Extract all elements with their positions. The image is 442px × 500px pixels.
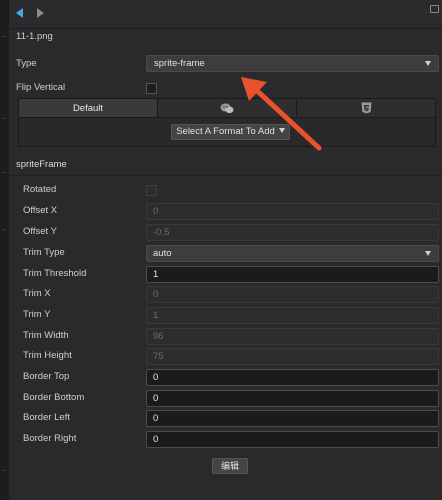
offset-y-label: Offset Y — [23, 226, 57, 237]
html5-icon — [361, 102, 371, 114]
trim-height-row: Trim Height 75 — [9, 346, 442, 366]
annotation-arrow-icon — [241, 77, 322, 151]
rotated-label: Rotated — [23, 184, 57, 195]
offset-x-field: 0 — [146, 203, 439, 220]
trim-width-row: Trim Width 96 — [9, 326, 442, 346]
border-left-row: Border Left 0 — [9, 408, 442, 428]
trim-width-field: 96 — [146, 328, 439, 345]
border-top-row: Border Top 0 — [9, 367, 442, 387]
trim-height-label: Trim Height — [23, 350, 72, 361]
border-bottom-label: Border Bottom — [23, 392, 85, 403]
trim-width-label: Trim Width — [23, 330, 69, 341]
panel-edge-mark — [3, 229, 6, 230]
offset-x-row: Offset X 0 — [9, 201, 442, 221]
trim-x-label: Trim X — [23, 288, 51, 299]
section-title-spriteframe: spriteFrame — [16, 159, 67, 170]
trim-type-label: Trim Type — [23, 247, 65, 258]
border-right-label: Border Right — [23, 433, 77, 444]
chevron-down-icon — [425, 61, 431, 66]
type-select[interactable]: sprite-frame — [146, 55, 439, 72]
trim-y-row: Trim Y 1 — [9, 305, 442, 325]
lock-icon[interactable] — [430, 5, 439, 13]
trim-type-select[interactable]: auto — [146, 245, 439, 262]
flip-vertical-row: Flip Vertical — [9, 78, 442, 98]
edit-button[interactable]: 编辑 — [212, 458, 248, 474]
panel-edge-mark — [3, 36, 6, 37]
chevron-down-icon — [425, 251, 431, 256]
section-divider — [9, 175, 442, 176]
offset-y-row: Offset Y -0.5 — [9, 222, 442, 242]
panel-edge-mark — [3, 470, 6, 471]
flip-vertical-checkbox[interactable] — [146, 83, 157, 94]
border-right-row: Border Right 0 — [9, 429, 442, 449]
asset-filename: 11-1.png — [16, 31, 53, 42]
rotated-checkbox — [146, 185, 157, 196]
offset-x-label: Offset X — [23, 205, 58, 216]
forward-arrow-icon[interactable] — [37, 8, 44, 18]
tab-default-label: Default — [72, 102, 104, 114]
inspector-toolbar — [9, 0, 442, 29]
trim-type-row: Trim Type auto — [9, 243, 442, 263]
border-bottom-row: Border Bottom 0 — [9, 388, 442, 408]
border-top-label: Border Top — [23, 371, 70, 382]
rotated-row: Rotated — [9, 180, 442, 200]
type-row: Type sprite-frame — [9, 54, 442, 74]
trim-x-row: Trim X 0 — [9, 284, 442, 304]
trim-threshold-field[interactable]: 1 — [146, 266, 439, 283]
flip-vertical-label: Flip Vertical — [16, 82, 66, 93]
trim-y-label: Trim Y — [23, 309, 51, 320]
trim-threshold-row: Trim Threshold 1 — [9, 264, 442, 284]
trim-y-field: 1 — [146, 307, 439, 324]
offset-y-field: -0.5 — [146, 224, 439, 241]
back-arrow-icon[interactable] — [16, 8, 23, 18]
platform-tab-content: Select A Format To Add — [18, 118, 436, 147]
panel-edge-mark — [3, 118, 6, 119]
inspector-panel: 11-1.png Type sprite-frame Flip Vertical… — [9, 0, 442, 500]
platform-tabs: Default — [18, 98, 436, 118]
wechat-icon — [220, 103, 234, 113]
type-label: Type — [16, 58, 37, 69]
trim-height-field: 75 — [146, 348, 439, 365]
trim-type-value: auto — [153, 248, 172, 259]
border-right-field[interactable]: 0 — [146, 431, 439, 448]
tab-default[interactable]: Default — [19, 99, 158, 117]
type-select-value: sprite-frame — [154, 58, 205, 69]
panel-edge-mark — [3, 172, 6, 173]
border-top-field[interactable]: 0 — [146, 369, 439, 386]
border-left-label: Border Left — [23, 412, 70, 423]
border-bottom-field[interactable]: 0 — [146, 390, 439, 407]
trim-threshold-label: Trim Threshold — [23, 268, 87, 279]
border-left-field[interactable]: 0 — [146, 410, 439, 427]
trim-x-field: 0 — [146, 286, 439, 303]
